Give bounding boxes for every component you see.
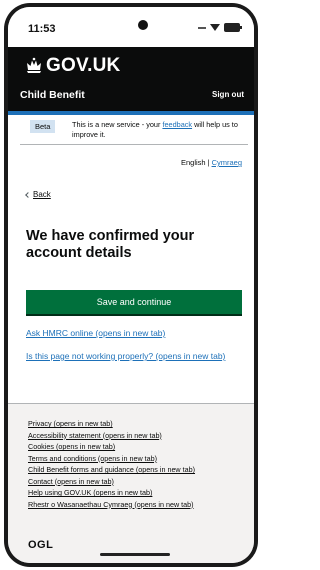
ogl-logo: OGL	[28, 539, 54, 551]
page-title: We have confirmed your account details	[26, 228, 195, 261]
footer-link-privacy[interactable]: Privacy (opens in new tab)	[28, 418, 195, 430]
phase-text-before: This is a new service - your	[72, 120, 163, 129]
phase-banner-text: This is a new service - your feedback wi…	[72, 120, 248, 139]
feedback-link[interactable]: feedback	[162, 120, 192, 129]
back-link[interactable]: Back	[25, 190, 51, 199]
signal-dash-icon	[198, 26, 206, 29]
status-bar: 11:53	[8, 7, 254, 47]
service-name[interactable]: Child Benefit	[20, 89, 85, 101]
phone-frame: 11:53 GOV.UK Child Benefit Sign out Beta…	[4, 3, 258, 567]
crown-icon	[27, 57, 41, 73]
footer-link-welsh-services[interactable]: Rhestr o Wasanaethau Cymraeg (opens in n…	[28, 499, 195, 511]
govuk-logo[interactable]: GOV.UK	[46, 55, 120, 77]
language-toggle: English | Cymraeg	[181, 158, 242, 167]
footer-link-forms-guidance[interactable]: Child Benefit forms and guidance (opens …	[28, 464, 195, 476]
language-separator: |	[207, 158, 210, 167]
footer-links: Privacy (opens in new tab) Accessibility…	[28, 418, 195, 510]
wifi-icon	[210, 24, 220, 31]
footer-link-contact[interactable]: Contact (opens in new tab)	[28, 476, 195, 488]
status-icons	[198, 23, 242, 32]
phase-tag: Beta	[30, 120, 56, 133]
home-indicator[interactable]	[100, 553, 170, 556]
language-welsh-link[interactable]: Cymraeg	[212, 158, 242, 167]
footer-link-help[interactable]: Help using GOV.UK (opens in new tab)	[28, 487, 195, 499]
chevron-left-icon	[25, 191, 31, 198]
battery-icon	[224, 23, 242, 32]
status-time: 11:53	[28, 23, 56, 35]
sign-out-link[interactable]: Sign out	[212, 90, 244, 99]
footer: Privacy (opens in new tab) Accessibility…	[8, 403, 254, 563]
ask-hmrc-link[interactable]: Ask HMRC online (opens in new tab)	[26, 328, 248, 339]
phase-banner: Beta This is a new service - your feedba…	[20, 115, 248, 145]
footer-link-cookies[interactable]: Cookies (opens in new tab)	[28, 441, 195, 453]
footer-link-terms[interactable]: Terms and conditions (opens in new tab)	[28, 453, 195, 465]
report-problem-link[interactable]: Is this page not working properly? (open…	[26, 351, 248, 362]
screen: 11:53 GOV.UK Child Benefit Sign out Beta…	[8, 7, 254, 563]
camera-cutout	[138, 20, 148, 30]
save-and-continue-button[interactable]: Save and continue	[26, 290, 242, 314]
back-link-label: Back	[33, 190, 51, 199]
footer-link-accessibility[interactable]: Accessibility statement (opens in new ta…	[28, 430, 195, 442]
language-english: English	[181, 158, 206, 167]
govuk-header: GOV.UK Child Benefit Sign out	[8, 47, 254, 111]
